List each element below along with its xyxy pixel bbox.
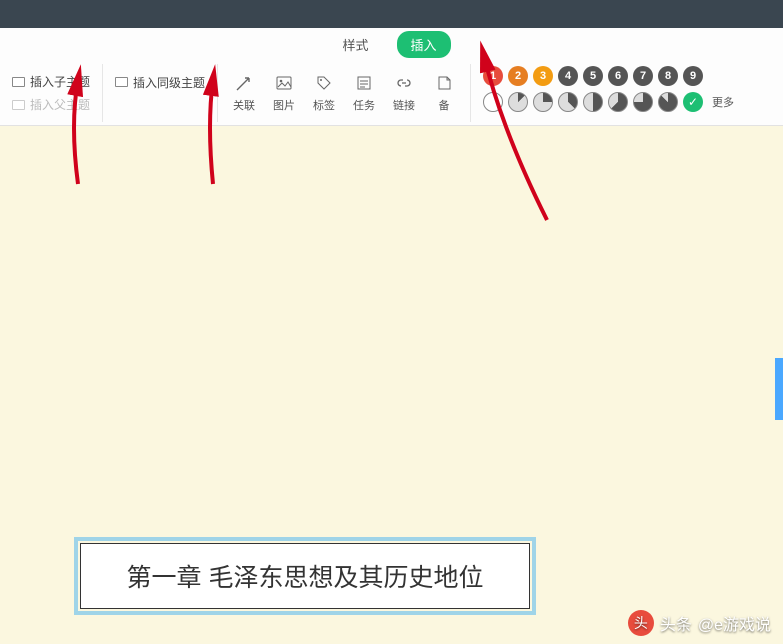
progress-marker-5[interactable] (608, 92, 628, 112)
insert-child-label: 插入子主题 (30, 73, 90, 90)
topic-icon (115, 77, 128, 87)
priority-marker-8[interactable]: 8 (658, 66, 678, 86)
side-panel-handle[interactable] (775, 358, 783, 420)
progress-marker-7[interactable] (658, 92, 678, 112)
insert-child-topic[interactable]: 插入子主题 (12, 73, 90, 90)
relation-button[interactable]: 关联 (224, 64, 264, 122)
task-icon (354, 73, 374, 93)
note-icon (434, 73, 454, 93)
priority-marker-4[interactable]: 4 (558, 66, 578, 86)
link-button[interactable]: 链接 (384, 64, 424, 122)
insert-parent-topic: 插入父主题 (12, 96, 90, 113)
progress-marker-1[interactable] (508, 92, 528, 112)
insert-parent-label: 插入父主题 (30, 96, 90, 113)
watermark: 头 头条 @e游戏说 (628, 610, 771, 636)
insert-sibling-topic[interactable]: 插入同级主题 (115, 74, 205, 91)
label-button[interactable]: 标签 (304, 64, 344, 122)
topic-icon (12, 77, 25, 87)
priority-marker-2[interactable]: 2 (508, 66, 528, 86)
priority-marker-6[interactable]: 6 (608, 66, 628, 86)
toolbar: 插入子主题 插入父主题 插入同级主题 关联 图片 (0, 60, 783, 126)
image-icon (274, 73, 294, 93)
ribbon-tabs: 样式 插入 (0, 28, 783, 60)
progress-marker-3[interactable] (558, 92, 578, 112)
progress-marker-0[interactable] (483, 92, 503, 112)
image-button[interactable]: 图片 (264, 64, 304, 122)
progress-marker-2[interactable] (533, 92, 553, 112)
root-topic-node[interactable]: 第一章 毛泽东思想及其历史地位 (80, 543, 530, 609)
progress-marker-4[interactable] (583, 92, 603, 112)
task-button[interactable]: 任务 (344, 64, 384, 122)
tag-icon (314, 73, 334, 93)
watermark-handle: @e游戏说 (698, 611, 771, 635)
more-markers[interactable]: 更多 (712, 94, 734, 110)
note-button[interactable]: 备 (424, 64, 464, 122)
priority-marker-7[interactable]: 7 (633, 66, 653, 86)
watermark-avatar: 头 (628, 610, 654, 636)
priority-marker-5[interactable]: 5 (583, 66, 603, 86)
window-titlebar (0, 0, 783, 28)
watermark-prefix: 头条 (660, 611, 692, 635)
done-marker[interactable]: ✓ (683, 92, 703, 112)
progress-marker-6[interactable] (633, 92, 653, 112)
priority-marker-3[interactable]: 3 (533, 66, 553, 86)
markers-panel: 123456789 ✓ 更多 (471, 64, 742, 112)
priority-marker-9[interactable]: 9 (683, 66, 703, 86)
topic-icon (12, 100, 25, 110)
mindmap-canvas[interactable]: 第一章 毛泽东思想及其历史地位 (0, 126, 783, 644)
node-text: 第一章 毛泽东思想及其历史地位 (127, 558, 484, 594)
link-icon (394, 73, 414, 93)
tab-style[interactable]: 样式 (332, 32, 378, 57)
arrow-icon (234, 73, 254, 93)
tab-insert[interactable]: 插入 (397, 31, 451, 58)
insert-sibling-label: 插入同级主题 (133, 74, 205, 91)
priority-marker-1[interactable]: 1 (483, 66, 503, 86)
